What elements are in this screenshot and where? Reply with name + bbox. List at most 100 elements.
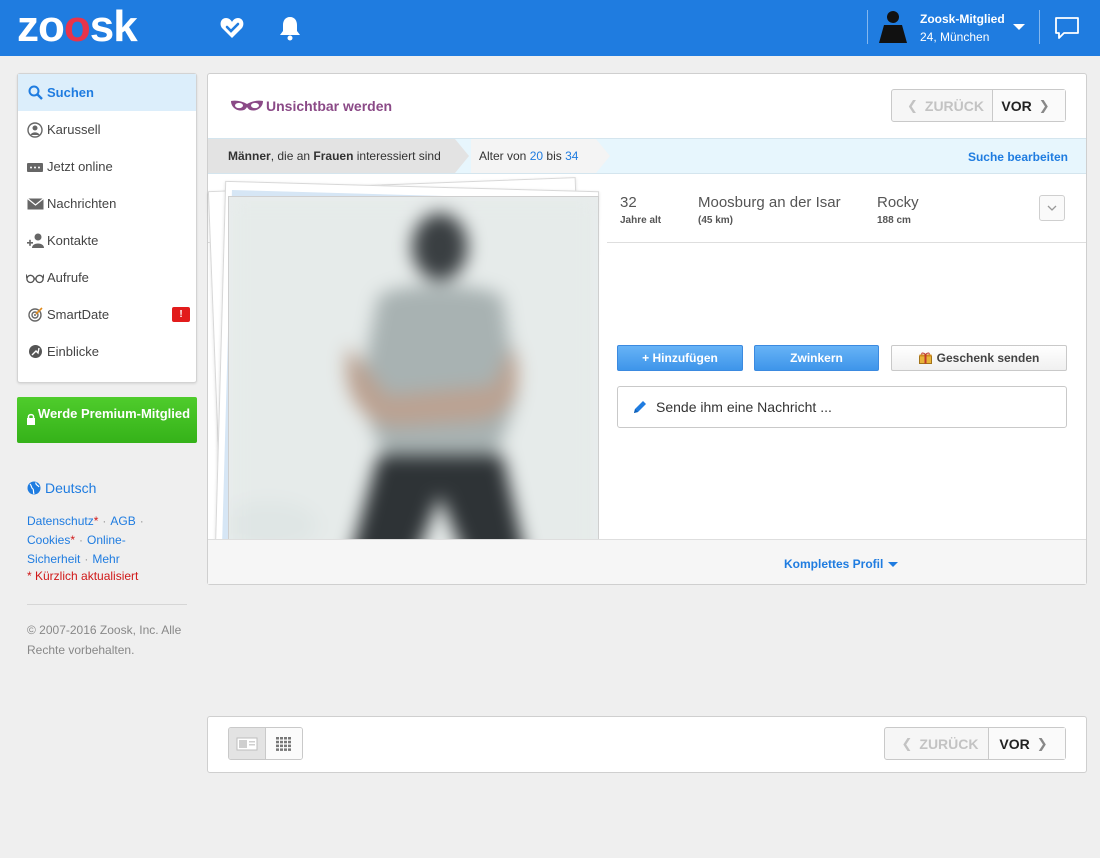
user-name[interactable]: Zoosk-Mitglied <box>920 12 1005 26</box>
chevron-left-icon: ❮ <box>906 97 918 113</box>
sidebar-item-karussell[interactable]: Karussell <box>18 111 196 148</box>
breadcrumb-text: Alter von <box>479 149 530 163</box>
copyright-text: © 2007-2016 Zoosk, Inc. Alle Rechte vorb… <box>27 623 182 657</box>
location-value: Moosburg an der Isar <box>698 194 841 211</box>
forward-label: VOR <box>999 735 1030 752</box>
chevron-down-icon[interactable] <box>1013 24 1025 30</box>
insights-icon <box>26 344 44 360</box>
agb-link[interactable]: AGB <box>110 514 135 528</box>
sidebar-navigation: Suchen Karussell Jetzt online Nachrichte… <box>17 73 197 383</box>
language-selector[interactable]: Deutsch <box>27 480 96 496</box>
notification-badge: ! <box>172 307 190 322</box>
breadcrumb-text: interessiert sind <box>353 149 441 163</box>
sidebar-item-smartdate[interactable]: SmartDate ! <box>18 296 196 333</box>
wink-button[interactable]: Zwinkern <box>754 345 879 371</box>
online-security-link[interactable]: Sicherheit <box>27 552 80 566</box>
separator: · <box>139 514 144 528</box>
sidebar-item-label: Einblicke <box>47 344 100 359</box>
back-button[interactable]: ❮ ZURÜCK <box>885 728 989 759</box>
zoosk-logo[interactable]: zoosk <box>17 5 138 49</box>
profile-location: Moosburg an der Isar (45 km) <box>698 194 841 226</box>
sidebar-item-label: Suchen <box>47 85 94 100</box>
carousel-heart-icon[interactable] <box>218 14 246 42</box>
mask-icon <box>231 100 263 111</box>
profile-summary: 32 Jahre alt Moosburg an der Isar (45 km… <box>607 175 1086 243</box>
forward-button[interactable]: VOR ❯ <box>993 90 1065 121</box>
go-invisible-button[interactable]: Unsichtbar werden <box>230 98 392 114</box>
profile-photo[interactable] <box>228 196 599 565</box>
chat-bubble-icon[interactable] <box>1053 14 1081 42</box>
online-security-link[interactable]: Online- <box>87 533 126 547</box>
user-silhouette-icon[interactable] <box>878 10 908 44</box>
premium-upgrade-button[interactable]: Werde Premium-Mitglied <box>17 397 197 443</box>
recently-updated-note: * Kürzlich aktualisiert <box>27 569 139 583</box>
target-icon <box>26 307 44 323</box>
more-link[interactable]: Mehr <box>92 552 119 566</box>
divider <box>1039 10 1040 44</box>
cookies-link[interactable]: Cookies <box>27 533 70 547</box>
send-gift-button[interactable]: Geschenk senden <box>891 345 1067 371</box>
globe-icon <box>27 481 41 495</box>
sidebar-item-jetzt-online[interactable]: Jetzt online <box>18 148 196 185</box>
sidebar-item-label: Kontakte <box>47 233 99 248</box>
edit-search-link[interactable]: Suche bearbeiten <box>968 150 1068 164</box>
sidebar-item-nachrichten[interactable]: Nachrichten <box>18 185 196 222</box>
full-profile-link[interactable]: Komplettes Profil <box>784 557 899 571</box>
chevron-right-icon: ❯ <box>1038 97 1050 113</box>
language-label: Deutsch <box>45 480 97 496</box>
age-value: 32 <box>620 194 637 211</box>
premium-button-label: Werde Premium-Mitglied <box>37 406 191 421</box>
view-mode-toggle <box>228 727 303 760</box>
sidebar-item-label: Nachrichten <box>47 196 117 211</box>
sidebar-item-label: Karussell <box>47 122 101 137</box>
online-icon <box>26 159 44 175</box>
chevron-down-icon <box>1047 205 1057 211</box>
grid-view-icon <box>275 736 291 751</box>
top-navigation-bar: zoosk Zoosk-Mitglied 24, München <box>0 0 1100 56</box>
distance-label: (45 km) <box>698 215 734 226</box>
search-icon <box>26 85 44 101</box>
chevron-left-icon: ❮ <box>901 735 913 751</box>
sidebar-item-suchen[interactable]: Suchen <box>18 74 196 111</box>
back-button[interactable]: ❮ ZURÜCK <box>892 90 993 121</box>
forward-button[interactable]: VOR ❯ <box>989 728 1065 759</box>
divider <box>27 604 187 605</box>
bottom-pagination-panel: ❮ ZURÜCK VOR ❯ <box>207 716 1087 773</box>
back-label: ZURÜCK <box>924 97 984 114</box>
add-contact-button[interactable]: + Hinzufügen <box>617 345 743 371</box>
full-profile-bar: Komplettes Profil <box>208 539 1086 584</box>
updated-marker: * <box>93 514 99 528</box>
breadcrumb-text: , die an <box>270 149 314 163</box>
sidebar-item-kontakte[interactable]: Kontakte <box>18 222 196 259</box>
single-view-button[interactable] <box>229 728 266 759</box>
separator: · <box>79 533 84 547</box>
envelope-icon <box>26 196 44 212</box>
caret-down-icon <box>888 561 899 567</box>
sidebar-item-label: Aufrufe <box>47 270 89 285</box>
pagination: ❮ ZURÜCK VOR ❯ <box>884 727 1066 760</box>
age-to: 34 <box>565 149 579 163</box>
carousel-icon <box>26 121 44 138</box>
bell-icon[interactable] <box>276 14 304 42</box>
sidebar-item-einblicke[interactable]: Einblicke <box>18 333 196 370</box>
breadcrumb-women: Frauen <box>313 149 354 163</box>
name-value[interactable]: Rocky <box>877 194 919 211</box>
breadcrumb-age[interactable]: Alter von 20 bis 34 <box>471 139 596 173</box>
chevron-right-icon: ❯ <box>1036 735 1048 751</box>
more-options-button[interactable] <box>1039 195 1065 221</box>
full-profile-label: Komplettes Profil <box>784 557 884 571</box>
back-label: ZURÜCK <box>919 735 979 752</box>
breadcrumb-gender[interactable]: Männer, die an Frauen interessiert sind <box>208 139 455 173</box>
privacy-link[interactable]: Datenschutz <box>27 514 94 528</box>
sidebar-item-aufrufe[interactable]: Aufrufe <box>18 259 196 296</box>
sidebar-item-label: SmartDate <box>47 307 110 322</box>
search-result-panel: Unsichtbar werden ❮ ZURÜCK VOR ❯ Männer, d… <box>207 73 1087 585</box>
blurred-person-image <box>229 197 598 564</box>
age-label: Jahre alt <box>620 215 662 226</box>
height-label: 188 cm <box>877 215 911 226</box>
separator: · <box>84 552 89 566</box>
send-gift-label: Geschenk senden <box>936 351 1040 365</box>
message-input[interactable]: Sende ihm eine Nachricht ... <box>617 386 1067 428</box>
grid-view-button[interactable] <box>265 728 302 759</box>
age-from: 20 <box>529 149 544 163</box>
